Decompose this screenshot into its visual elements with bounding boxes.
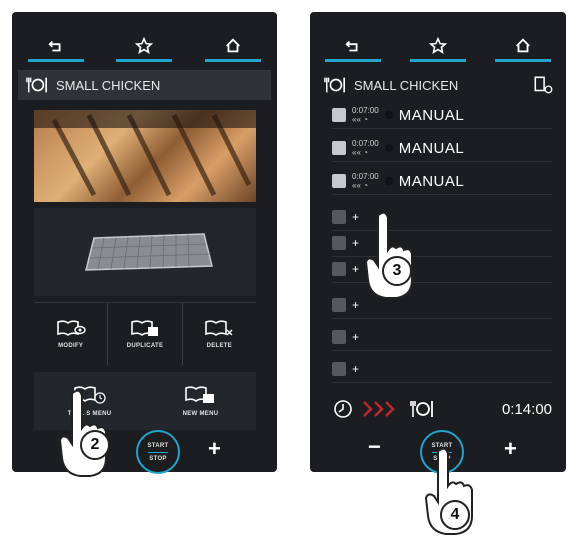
top-navigation bbox=[12, 32, 277, 62]
duplicate-label: DUPLICATE bbox=[126, 343, 164, 349]
step-icon bbox=[332, 362, 346, 376]
add-button[interactable]: + bbox=[208, 436, 221, 462]
back-button[interactable] bbox=[28, 32, 85, 62]
step-status-dot bbox=[384, 177, 393, 185]
delete-button[interactable]: DELETE bbox=[183, 303, 256, 365]
step-icon bbox=[332, 141, 346, 155]
chicken-photo bbox=[34, 110, 256, 202]
modify-label: MODIFY bbox=[58, 343, 84, 349]
callout-3: 3 bbox=[382, 256, 412, 286]
recipe-title: SMALL CHICKEN bbox=[354, 77, 459, 93]
add-step[interactable]: + bbox=[352, 298, 359, 312]
book-eye-icon bbox=[56, 320, 86, 336]
stop-label: STOP bbox=[149, 455, 167, 462]
callout-2: 2 bbox=[80, 430, 110, 460]
recipe-actions: MODIFY DUPLICATE DELETE bbox=[34, 302, 256, 365]
home-button[interactable] bbox=[204, 32, 261, 62]
step-icon bbox=[332, 330, 346, 344]
step-mode: MANUAL bbox=[398, 139, 465, 157]
progress-chevrons-icon bbox=[363, 401, 395, 417]
step-time: 0:07:00 «« ◔ bbox=[352, 172, 379, 190]
new-menu-button[interactable]: NEW MENU bbox=[145, 372, 256, 430]
step-icon bbox=[332, 262, 346, 276]
cutlery-icon bbox=[26, 77, 47, 93]
back-icon bbox=[345, 40, 358, 51]
top-navigation bbox=[310, 32, 566, 62]
step-time: 0:07:00 «« ◔ bbox=[352, 106, 379, 124]
empty-step-6[interactable]: + bbox=[332, 356, 552, 383]
star-icon bbox=[135, 36, 154, 54]
oven-tray-area bbox=[34, 208, 256, 296]
step-mode: MANUAL bbox=[398, 172, 465, 190]
favorites-button[interactable] bbox=[116, 32, 173, 62]
step-time: 0:07:00 «« ◔ bbox=[352, 139, 379, 157]
program-summary: 0:14:00 bbox=[332, 395, 552, 423]
favorites-button[interactable] bbox=[409, 32, 466, 62]
step-status-dot bbox=[384, 144, 393, 152]
home-icon bbox=[225, 37, 240, 52]
back-button[interactable] bbox=[324, 32, 381, 62]
add-button[interactable]: + bbox=[504, 436, 517, 462]
home-button[interactable] bbox=[495, 32, 552, 62]
program-step-3[interactable]: 0:07:00 «« ◔ MANUAL bbox=[332, 168, 552, 195]
recipe-program-panel: SMALL CHICKEN 0:07:00 «« ◔ MANUAL 0:07:00… bbox=[310, 12, 566, 474]
empty-step-5[interactable]: + bbox=[332, 324, 552, 351]
step-icon bbox=[332, 236, 346, 250]
add-step[interactable]: + bbox=[352, 362, 359, 376]
step-icon bbox=[332, 210, 346, 224]
oven-settings-icon[interactable] bbox=[532, 75, 554, 95]
add-step[interactable]: + bbox=[352, 330, 359, 344]
start-stop-button[interactable]: START STOP bbox=[136, 430, 180, 474]
cutlery-icon bbox=[410, 401, 433, 417]
new-menu-label: NEW MENU bbox=[182, 411, 219, 417]
tap-hand-illustration-3 bbox=[364, 211, 413, 299]
book-delete-icon bbox=[205, 320, 233, 336]
recipe-title-bar: SMALL CHICKEN bbox=[316, 70, 560, 100]
book-copy-icon bbox=[131, 320, 158, 336]
step-icon bbox=[332, 108, 346, 122]
star-icon bbox=[428, 36, 447, 54]
duplicate-button[interactable]: DUPLICATE bbox=[108, 303, 183, 365]
step-status-dot bbox=[384, 111, 393, 119]
start-label: START bbox=[147, 442, 169, 449]
recipe-title: SMALL CHICKEN bbox=[56, 77, 161, 93]
back-icon bbox=[48, 40, 61, 51]
program-step-1[interactable]: 0:07:00 «« ◔ MANUAL bbox=[332, 102, 552, 129]
delete-label: DELETE bbox=[206, 343, 233, 349]
home-icon bbox=[516, 37, 531, 52]
step-icon bbox=[332, 174, 346, 188]
step-icon bbox=[332, 298, 346, 312]
oven-tray-image bbox=[85, 233, 213, 271]
recipe-title-bar: SMALL CHICKEN bbox=[18, 70, 271, 100]
program-step-2[interactable]: 0:07:00 «« ◔ MANUAL bbox=[332, 135, 552, 162]
modify-button[interactable]: MODIFY bbox=[34, 303, 109, 365]
grill-marks bbox=[34, 110, 256, 197]
cutlery-icon bbox=[324, 77, 345, 93]
step-mode: MANUAL bbox=[398, 106, 465, 124]
timer-icon bbox=[334, 400, 352, 418]
total-time: 0:14:00 bbox=[501, 400, 552, 418]
callout-4: 4 bbox=[440, 500, 470, 530]
minus-button[interactable]: − bbox=[368, 434, 381, 460]
book-new-icon bbox=[184, 386, 214, 403]
